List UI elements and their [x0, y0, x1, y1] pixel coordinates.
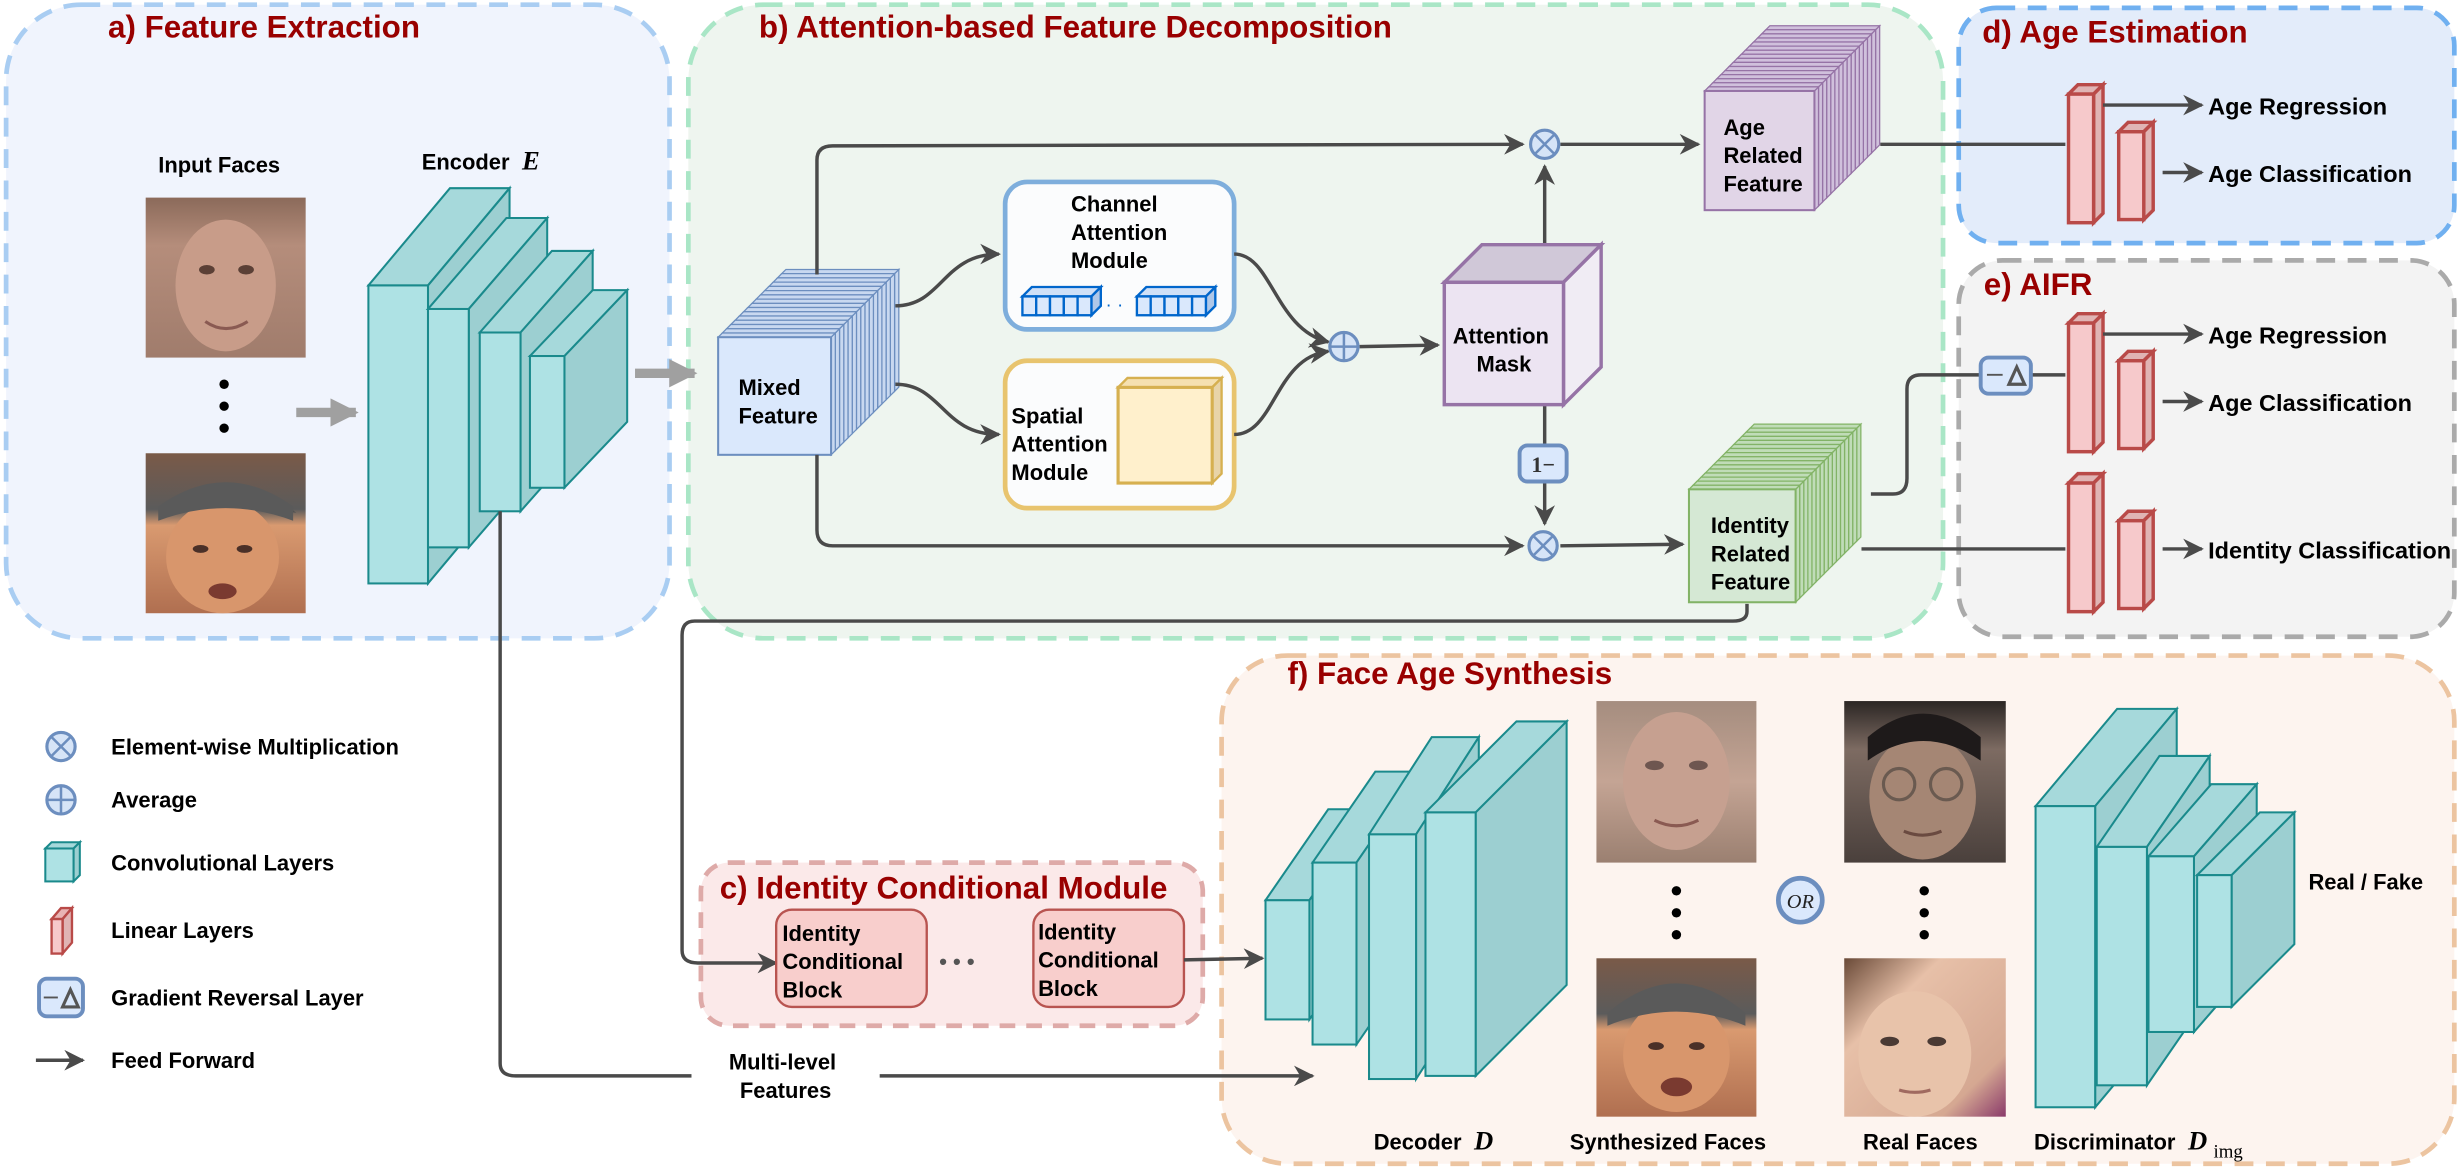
- multiplication-operator-icon-bottom: [1527, 530, 1559, 562]
- input-faces-label: Input Faces: [158, 153, 280, 178]
- edge-average-to-mask: [1359, 335, 1441, 356]
- one-minus-label: 1−: [1531, 452, 1554, 477]
- e-age-regression-label: Age Regression: [2208, 322, 2387, 348]
- real-face-boy: [1844, 958, 2006, 1117]
- d-age-classification-label: Age Classification: [2208, 161, 2412, 187]
- vertical-ellipsis-icon: [219, 379, 229, 433]
- mixed-feature-slice: [851, 310, 858, 436]
- mixed-feature-slice: [843, 318, 849, 444]
- average-icon: [45, 784, 77, 816]
- synthesized-face-young-man: [1596, 958, 1757, 1117]
- synthesized-faces-label: Synthesized Faces: [1570, 1130, 1766, 1155]
- linear-layer-small: [2114, 118, 2158, 224]
- mixed-feature-slice: [838, 322, 845, 448]
- linear-layer-icon: [49, 904, 75, 957]
- mixed-feature-slice: [885, 276, 891, 402]
- mixed-feature-slice: [889, 272, 896, 398]
- panel-f-title: f) Face Age Synthesis: [1287, 656, 1612, 691]
- mixed-feature-slice: [868, 293, 875, 419]
- spatial-map-icon: [1115, 375, 1225, 486]
- edge-icm-to-decoder: [1183, 948, 1265, 969]
- mixed-feature-slice: [860, 301, 866, 427]
- face-image-old-man: [145, 453, 306, 614]
- mixed-feature-slice: [893, 267, 900, 393]
- legend-label-conv: Convolutional Layers: [111, 850, 334, 875]
- edge-bottom-mult-to-identity-feature: [1560, 534, 1685, 555]
- mixed-feature-slice: [864, 297, 870, 423]
- or-label: OR: [1787, 891, 1815, 913]
- real-vertical-ellipsis: [1919, 886, 1929, 940]
- mixed-feature-slice: [847, 314, 853, 440]
- mixed-feature-slice: [881, 280, 887, 406]
- linear-layer-large: [2064, 309, 2108, 456]
- e-age-classification-label: Age Classification: [2208, 390, 2412, 416]
- multiplication-operator-icon-top: [1528, 128, 1561, 160]
- channel-ellipsis: · ·: [1106, 294, 1124, 315]
- average-operator-icon: [1328, 330, 1360, 363]
- panel-aifr: [1956, 257, 2457, 640]
- legend-label-linear: Linear Layers: [111, 918, 254, 943]
- mixed-feature-slice: [855, 306, 862, 431]
- channel-vector: [1019, 284, 1104, 319]
- multi-level-features-label: Multi-level Features: [729, 1050, 842, 1103]
- synthesized-vertical-ellipsis: [1671, 886, 1682, 940]
- real-fake-label: Real / Fake: [2308, 869, 2423, 894]
- face-image-girl: [145, 197, 306, 358]
- grl-operator: [1978, 355, 2033, 396]
- linear-layer-small: [2114, 347, 2158, 453]
- legend-label-average: Average: [111, 788, 197, 813]
- linear-layer-large: [2064, 469, 2108, 616]
- e-identity-classification-label: Identity Classification: [2208, 537, 2451, 563]
- legend-label-grl: Gradient Reversal Layer: [111, 985, 364, 1010]
- convolutional-layer-icon: [42, 839, 83, 884]
- icb-ellipsis: • • •: [939, 949, 974, 974]
- mixed-feature-slice: [834, 327, 841, 453]
- identity-feature-label: Identity Related Feature: [1711, 513, 1796, 594]
- synthesized-face-old-woman: [1596, 701, 1757, 863]
- mixed-feature-slice: [872, 289, 879, 414]
- panel-e-title: e) AIFR: [1984, 267, 2093, 302]
- panel-d-title: d) Age Estimation: [1982, 14, 2247, 49]
- linear-layer-large: [2064, 80, 2108, 227]
- legend-label-feed-forward: Feed Forward: [111, 1048, 255, 1073]
- d-age-regression-label: Age Regression: [2208, 93, 2387, 119]
- panel-a-title: a) Feature Extraction: [108, 10, 420, 45]
- mixed-feature-slice: [877, 284, 883, 410]
- element-wise-multiplication-icon: [45, 730, 77, 763]
- panel-c-title: c) Identity Conditional Module: [720, 871, 1168, 906]
- linear-layer-small: [2114, 507, 2158, 613]
- decoder-label: Decoder D: [1374, 1126, 1494, 1156]
- channel-vector: [1134, 284, 1219, 319]
- legend: Element-wise Multiplication Average Conv…: [35, 730, 399, 1073]
- real-face-older-woman: [1844, 701, 2006, 863]
- encoder-label: Encoder E: [422, 145, 540, 175]
- panel-b-title: b) Attention-based Feature Decomposition: [759, 10, 1392, 45]
- legend-label-multiplication: Element-wise Multiplication: [111, 734, 399, 759]
- real-faces-label: Real Faces: [1863, 1130, 1978, 1155]
- diagram: a) Feature Extraction b) Attention-based…: [3, 2, 2457, 1167]
- gradient-reversal-icon: [37, 976, 85, 1019]
